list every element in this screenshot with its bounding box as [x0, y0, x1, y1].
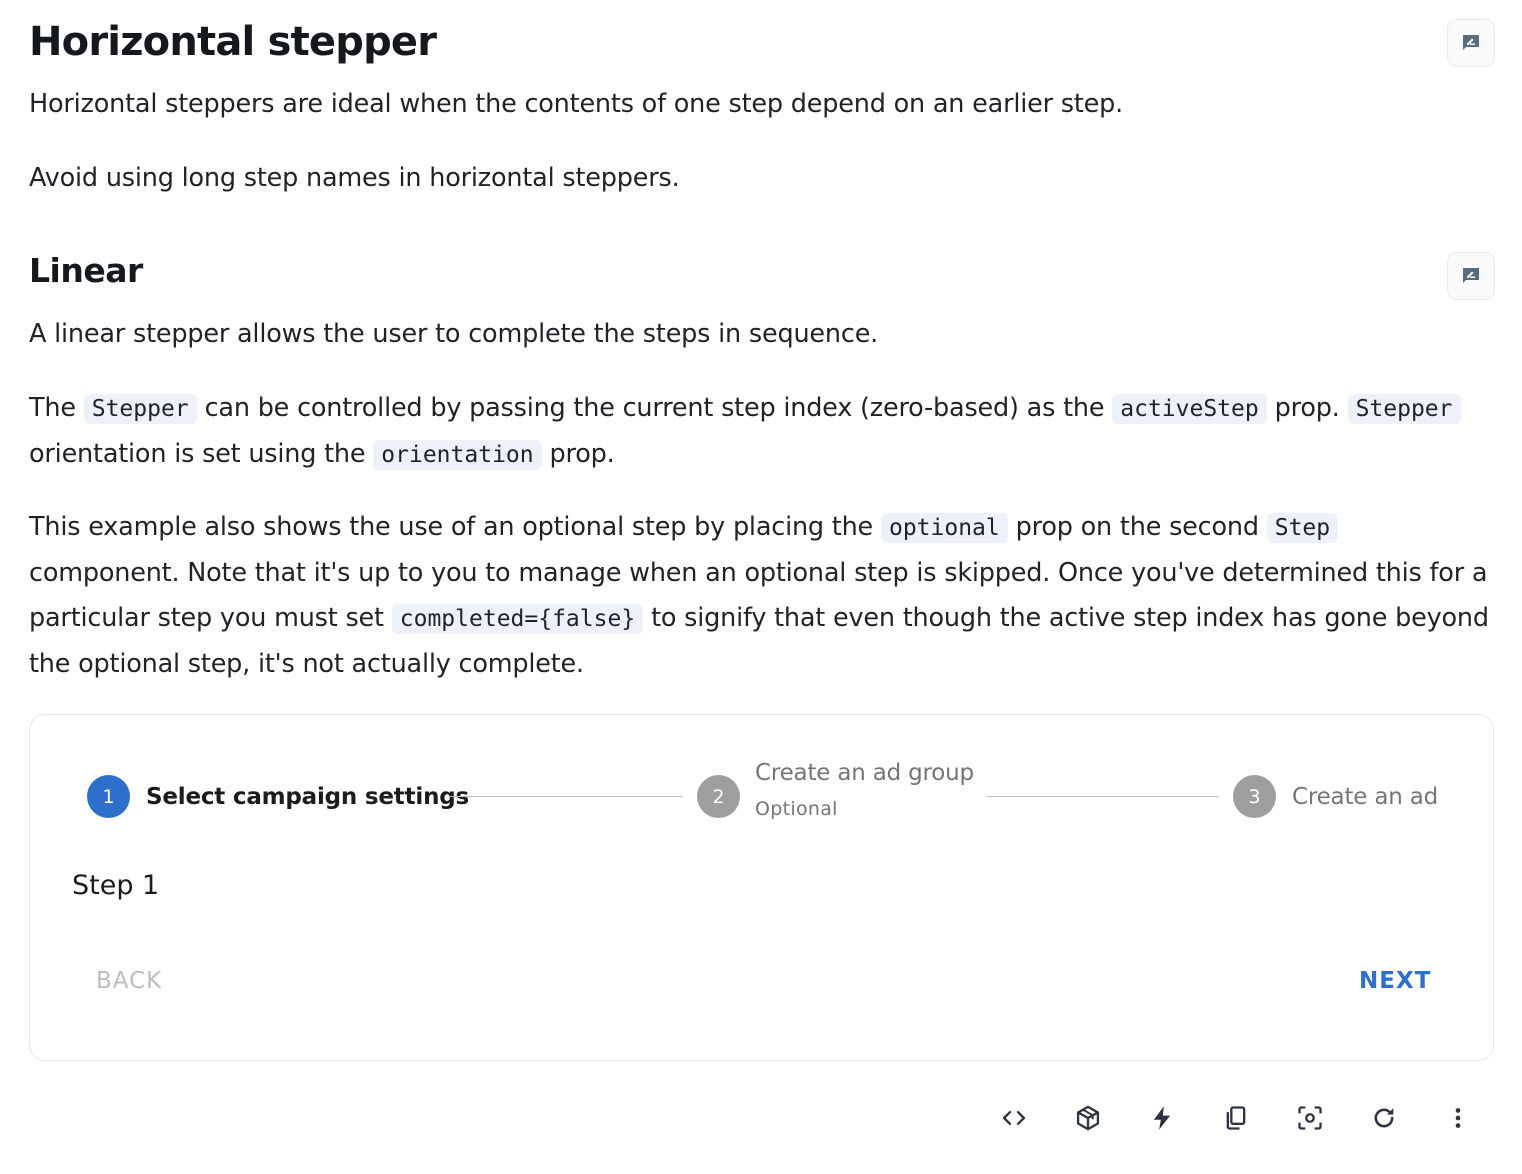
page-title: Horizontal stepper — [29, 19, 437, 65]
step-content: Step 1 — [72, 870, 160, 901]
bolt-icon — [1153, 1106, 1171, 1130]
text-span: prop on the second — [1007, 512, 1267, 542]
code-optional: optional — [880, 513, 1008, 543]
text-span: can be controlled by passing the current… — [196, 393, 1113, 423]
step-3-circle: 3 — [1233, 775, 1276, 818]
step-2-circle: 2 — [697, 775, 740, 818]
step-connector — [450, 796, 682, 797]
back-button[interactable]: BACK — [96, 968, 162, 994]
optional-step-paragraph: This example also shows the use of an op… — [29, 505, 1489, 687]
section-title-linear: Linear — [29, 251, 143, 290]
feedback-icon — [1463, 268, 1479, 283]
step-connector — [987, 796, 1219, 797]
text-span: prop. — [1266, 393, 1348, 423]
stackblitz-button[interactable] — [1138, 1094, 1186, 1142]
code-orientation: orientation — [373, 440, 542, 470]
reset-demo-button[interactable] — [1360, 1094, 1408, 1142]
copy-icon — [1226, 1106, 1246, 1130]
feedback-button-linear[interactable] — [1447, 252, 1495, 300]
step-1-circle: 1 — [87, 775, 130, 818]
codesandbox-button[interactable] — [1064, 1094, 1112, 1142]
step-2-optional-caption: Optional — [755, 798, 838, 820]
step-1[interactable]: 1 Select campaign settings — [87, 775, 469, 818]
step-3[interactable]: 3 Create an ad — [1233, 775, 1438, 818]
refresh-icon — [1374, 1108, 1394, 1128]
copy-source-button[interactable] — [1212, 1094, 1260, 1142]
step-2-text: Create an ad group Optional — [755, 760, 974, 820]
package-icon — [1076, 1105, 1100, 1131]
linear-description: A linear stepper allows the user to comp… — [29, 319, 879, 349]
feedback-button[interactable] — [1447, 19, 1495, 67]
more-options-button[interactable] — [1434, 1094, 1482, 1142]
show-source-button[interactable] — [990, 1094, 1038, 1142]
text-span: The — [29, 393, 84, 423]
next-button[interactable]: NEXT — [1359, 968, 1431, 994]
focus-demo-button[interactable] — [1286, 1094, 1334, 1142]
step-1-label: Select campaign settings — [146, 783, 470, 810]
code-step: Step — [1266, 513, 1339, 543]
text-span: orientation is set using the — [29, 439, 374, 469]
code-icon — [1002, 1111, 1026, 1125]
note-paragraph: Avoid using long step names in horizonta… — [29, 163, 680, 193]
code-stepper: Stepper — [1347, 394, 1461, 424]
code-stepper: Stepper — [83, 394, 197, 424]
text-span: This example also shows the use of an op… — [29, 512, 881, 542]
code-completed: completed={false} — [391, 604, 644, 634]
step-3-label: Create an ad — [1292, 783, 1439, 810]
intro-paragraph: Horizontal steppers are ideal when the c… — [29, 89, 1124, 119]
stepper-control-paragraph: The Stepper can be controlled by passing… — [29, 386, 1489, 478]
feedback-icon — [1463, 35, 1479, 50]
step-2[interactable]: 2 — [697, 775, 740, 818]
screenshot-icon — [1298, 1106, 1322, 1130]
code-activestep: activeStep — [1112, 394, 1267, 424]
step-2-label: Create an ad group — [755, 760, 974, 786]
more-vert-icon — [1455, 1108, 1461, 1128]
text-span: prop. — [541, 439, 615, 469]
